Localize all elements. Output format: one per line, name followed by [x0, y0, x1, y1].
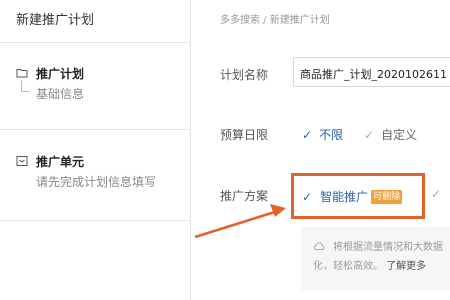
check-icon: ✓ — [364, 127, 375, 142]
folder-icon — [16, 67, 28, 79]
budget-option-custom[interactable]: ✓ 自定义 — [364, 126, 417, 143]
scheme-option-label: 智能推广 — [320, 190, 369, 204]
info-text: 将根据流量情况和大数据 — [333, 242, 443, 253]
plan-name-input[interactable]: 商品推广_计划_2020102611 — [293, 57, 450, 87]
tree-connector — [21, 80, 30, 92]
plan-name-label: 计划名称 — [220, 68, 269, 82]
inbox-icon — [16, 155, 28, 167]
divider — [0, 129, 191, 130]
scheme-option-smart[interactable]: ✓ 智能推广 可删除 — [291, 173, 425, 219]
divider — [0, 220, 191, 221]
scheme-badge: 可删除 — [371, 189, 403, 204]
budget-option-unlimited[interactable]: ✓ 不限 — [302, 126, 343, 143]
breadcrumb: 多多搜索 / 新建推广计划 — [220, 15, 330, 26]
scheme-label: 推广方案 — [220, 189, 269, 203]
check-icon: ✓ — [302, 127, 313, 142]
sidebar-subitem-basic-info[interactable]: 基础信息 — [36, 87, 84, 101]
sidebar-item-plan[interactable]: 推广计划 基础信息 — [16, 65, 84, 102]
info-text: 化，轻松高效。 — [313, 261, 383, 272]
budget-label: 预算日限 — [220, 128, 269, 142]
info-panel: 将根据流量情况和大数据 化，轻松高效。 了解更多 — [301, 226, 450, 290]
sidebar: 新建推广计划 推广计划 基础信息 推广单元 请先完成计划信息填写 — [0, 0, 191, 300]
sidebar-item-label: 推广计划 — [36, 66, 85, 81]
divider — [0, 42, 191, 43]
sidebar-subitem-hint: 请先完成计划信息填写 — [36, 175, 157, 189]
check-icon: ✓ — [302, 189, 313, 204]
cloud-icon — [313, 241, 325, 250]
sidebar-item-label: 推广单元 — [36, 154, 85, 169]
sidebar-title: 新建推广计划 — [16, 13, 95, 28]
check-icon[interactable]: ✓ — [431, 187, 441, 201]
sidebar-item-unit[interactable]: 推广单元 请先完成计划信息填写 — [16, 153, 156, 190]
learn-more-link[interactable]: 了解更多 — [386, 261, 426, 272]
